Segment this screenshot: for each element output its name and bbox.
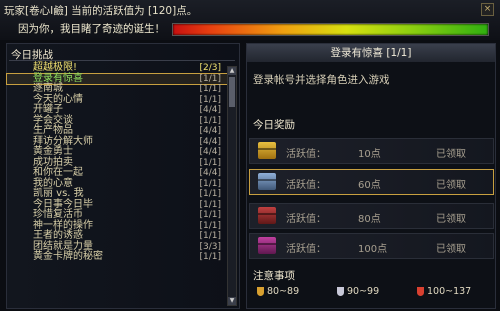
- challenge-count: [4/4]: [199, 168, 221, 178]
- challenge-item[interactable]: 逐南城 [1/1]: [7, 83, 227, 95]
- challenge-item[interactable]: 黄金卡牌的秘密 [1/1]: [7, 251, 227, 263]
- challenge-item[interactable]: 珍惜复活币 [1/1]: [7, 209, 227, 221]
- medal-item: 90~99: [337, 286, 379, 297]
- challenge-name: 凯丽 vs. 我: [33, 188, 84, 199]
- reward-row[interactable]: 活跃值： 60点 已领取: [249, 169, 494, 195]
- challenge-item[interactable]: 生产物品 [4/4]: [7, 125, 227, 137]
- challenge-count: [1/1]: [199, 157, 221, 168]
- purple-chest-icon: [258, 237, 276, 254]
- challenge-count: [2/3]: [199, 63, 221, 73]
- medal-range: 100~137: [427, 286, 472, 297]
- challenge-name: 珍惜复活币: [33, 209, 83, 220]
- reward-label: 活跃值：: [286, 244, 326, 255]
- scroll-up-icon[interactable]: ▲: [228, 67, 236, 75]
- reward-row[interactable]: 活跃值： 100点 已领取: [249, 233, 494, 259]
- divider: [9, 60, 235, 61]
- scroll-thumb[interactable]: [229, 77, 235, 107]
- challenge-name: 逐南城: [33, 83, 63, 94]
- challenge-count: [4/4]: [199, 126, 221, 136]
- challenge-count: [1/1]: [199, 73, 221, 84]
- challenge-name: 黄金卡牌的秘密: [33, 251, 103, 262]
- medal-range: 90~99: [347, 286, 380, 297]
- silver-medal-icon: [337, 287, 344, 296]
- challenge-name: 和你在一起: [33, 167, 83, 178]
- reward-label: 活跃值：: [286, 180, 326, 191]
- challenge-count: [1/1]: [199, 94, 221, 105]
- challenge-name: 超越极限!: [33, 62, 78, 73]
- challenge-count: [1/1]: [199, 199, 221, 210]
- medal-range: 80~89: [267, 286, 300, 297]
- challenge-name: 开罐子: [33, 104, 63, 115]
- challenge-item[interactable]: 黄金勇士 [4/4]: [7, 146, 227, 158]
- title-bar: 玩家[卷心I鹼] 当前的活跃值为 [120]点。 因为你，我目睹了奇迹的诞生！ …: [0, 0, 500, 40]
- challenge-count: [1/1]: [199, 220, 221, 231]
- scroll-down-icon[interactable]: ▼: [228, 297, 236, 305]
- medal-ranges: 80~89 90~99 100~137: [253, 286, 493, 300]
- challenge-count: [1/1]: [199, 252, 221, 262]
- challenge-list-panel: 今日挑战 超越极限! [2/3] 登录有惊喜 [1/1] 逐南城 [1/1] 今天的心情 [1…: [6, 43, 240, 309]
- red-chest-icon: [258, 207, 276, 224]
- challenge-item[interactable]: 王者的诱惑 [1/1]: [7, 230, 227, 242]
- reward-status: 已领取: [436, 244, 466, 255]
- reward-status: 已领取: [436, 214, 466, 225]
- reward-status: 已领取: [436, 180, 466, 191]
- reward-value: 10点: [358, 149, 381, 160]
- challenge-name: 黄金勇士: [33, 146, 73, 157]
- challenge-count: [1/1]: [199, 210, 221, 220]
- challenge-item[interactable]: 凯丽 vs. 我 [1/1]: [7, 188, 227, 200]
- challenge-count: [4/4]: [199, 147, 221, 157]
- challenge-list: 超越极限! [2/3] 登录有惊喜 [1/1] 逐南城 [1/1] 今天的心情 [1/1] 开罐…: [6, 62, 228, 263]
- challenge-item[interactable]: 超越极限! [2/3]: [7, 62, 227, 74]
- challenge-count: [1/1]: [199, 178, 221, 189]
- reward-row[interactable]: 活跃值： 10点 已领取: [249, 138, 494, 164]
- reward-label: 活跃值：: [286, 149, 326, 160]
- silver-chest-icon: [258, 173, 276, 190]
- reward-status: 已领取: [436, 149, 466, 160]
- challenge-count: [1/1]: [199, 84, 221, 94]
- medal-item: 100~137: [417, 286, 471, 297]
- notes-title: 注意事项: [253, 270, 295, 282]
- gold-chest-icon: [258, 142, 276, 159]
- challenge-detail-panel: 登录有惊喜 [1/1] 登录帐号并选择角色进入游戏 今日奖励 活跃值： 10点 …: [246, 43, 496, 309]
- achievement-message: 因为你，我目睹了奇迹的诞生！: [18, 23, 165, 35]
- reward-value: 60点: [358, 180, 381, 191]
- rewards-title: 今日奖励: [253, 119, 295, 131]
- gold-medal-icon: [257, 287, 264, 296]
- challenge-description: 登录帐号并选择角色进入游戏: [253, 74, 390, 86]
- challenge-item[interactable]: 开罐子 [4/4]: [7, 104, 227, 116]
- challenge-item[interactable]: 和你在一起 [4/4]: [7, 167, 227, 179]
- close-button[interactable]: ×: [481, 3, 494, 16]
- activity-status-text: 玩家[卷心I鹼] 当前的活跃值为 [120]点。: [4, 5, 198, 17]
- challenge-name: 生产物品: [33, 125, 73, 136]
- challenge-name: 王者的诱惑: [33, 230, 83, 241]
- reward-value: 80点: [358, 214, 381, 225]
- challenge-detail-title: 登录有惊喜 [1/1]: [247, 44, 495, 62]
- reward-value: 100点: [358, 244, 388, 255]
- challenge-count: [4/4]: [199, 136, 221, 147]
- red-medal-icon: [417, 287, 424, 296]
- challenge-count: [3/3]: [199, 241, 221, 252]
- scrollbar[interactable]: ▲ ▼: [227, 66, 237, 306]
- reward-label: 活跃值：: [286, 214, 326, 225]
- activity-meter: [172, 23, 489, 36]
- challenge-count: [4/4]: [199, 105, 221, 115]
- challenge-count: [1/1]: [199, 231, 221, 241]
- challenge-count: [1/1]: [199, 115, 221, 126]
- medal-item: 80~89: [257, 286, 299, 297]
- reward-row[interactable]: 活跃值： 80点 已领取: [249, 203, 494, 229]
- challenge-count: [1/1]: [199, 189, 221, 199]
